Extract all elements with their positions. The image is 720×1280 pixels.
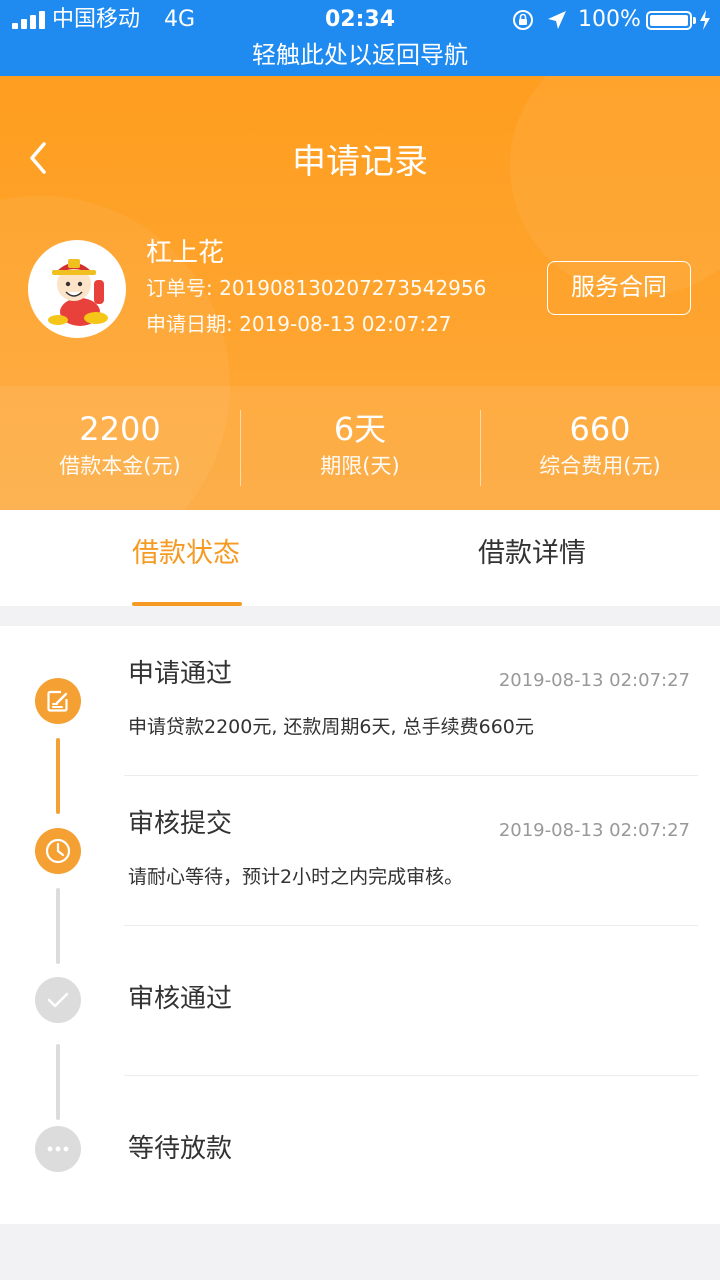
step-separator — [124, 1075, 698, 1076]
stat-label: 借款本金(元) — [59, 454, 181, 478]
application-date-label: 申请日期: — [146, 312, 240, 336]
stat-principal: 2200 借款本金(元) — [0, 408, 240, 480]
step-separator — [124, 775, 698, 776]
step-time: 2019-08-13 02:07:27 — [498, 670, 690, 691]
active-tab-indicator — [132, 602, 242, 606]
tab-loan-status[interactable]: 借款状态 — [132, 536, 240, 572]
timeline-connector — [56, 738, 60, 814]
order-number-label: 订单号: — [146, 276, 220, 300]
battery-percent: 100% — [578, 7, 641, 32]
battery-fill — [650, 15, 688, 26]
status-bar: 中国移动 4G 02:34 100% — [0, 0, 720, 40]
application-date-line: 申请日期: 2019-08-13 02:07:27 — [146, 310, 452, 338]
stat-fee: 660 综合费用(元) — [480, 408, 720, 480]
application-date: 2019-08-13 02:07:27 — [239, 312, 452, 336]
record-header: 申请记录 杠上花 订单号: 20190813020727354​2956 申请日… — [0, 76, 720, 510]
step-title: 等待放款 — [128, 1134, 233, 1164]
user-name: 杠上花 — [146, 238, 225, 268]
step-title: 审核提交 — [128, 809, 233, 839]
clock-icon — [35, 828, 81, 874]
status-timeline: 申请通过 2019-08-13 02:07:27 申请贷款2200元, 还款周期… — [0, 626, 720, 1224]
avatar[interactable] — [28, 240, 126, 338]
loan-stats: 2200 借款本金(元) 6天 期限(天) 660 综合费用(元) — [0, 386, 720, 510]
step-time: 2019-08-13 02:07:27 — [498, 820, 690, 841]
orientation-lock-icon — [513, 10, 533, 30]
charging-bolt-icon — [700, 10, 710, 30]
timeline-connector — [56, 1044, 60, 1120]
fortune-god-avatar-icon — [48, 259, 108, 326]
check-icon — [35, 977, 81, 1023]
step-title: 审核通过 — [128, 984, 233, 1014]
step-description: 请耐心等待，预计2小时之内完成审核。 — [128, 866, 464, 888]
stat-value: 660 — [569, 410, 631, 448]
battery-icon — [646, 11, 696, 30]
service-contract-button[interactable]: 服务合同 — [547, 261, 691, 315]
tab-bar: 借款状态 借款详情 — [0, 510, 720, 606]
stat-value: 6天 — [333, 410, 387, 448]
stat-term: 6天 期限(天) — [240, 408, 480, 480]
tab-loan-details[interactable]: 借款详情 — [478, 536, 586, 572]
more-icon — [35, 1126, 81, 1172]
stat-label: 期限(天) — [320, 454, 400, 478]
page-title: 申请记录 — [292, 142, 428, 182]
step-title: 申请通过 — [128, 659, 233, 689]
edit-icon — [35, 678, 81, 724]
timeline-connector — [56, 888, 60, 964]
order-number: 20190813020727354​2956 — [219, 276, 487, 300]
return-to-navigation-banner[interactable]: 轻触此处以返回导航 — [0, 40, 720, 76]
stat-value: 2200 — [79, 410, 161, 448]
status-area: 中国移动 4G 02:34 100% 轻触此处以返回导航 — [0, 0, 720, 76]
location-arrow-icon — [548, 11, 566, 29]
step-separator — [124, 925, 698, 926]
step-description: 申请贷款2200元, 还款周期6天, 总手续费660元 — [128, 716, 534, 738]
stat-label: 综合费用(元) — [539, 454, 661, 478]
order-number-line: 订单号: 20190813020727354​2956 — [146, 274, 486, 302]
